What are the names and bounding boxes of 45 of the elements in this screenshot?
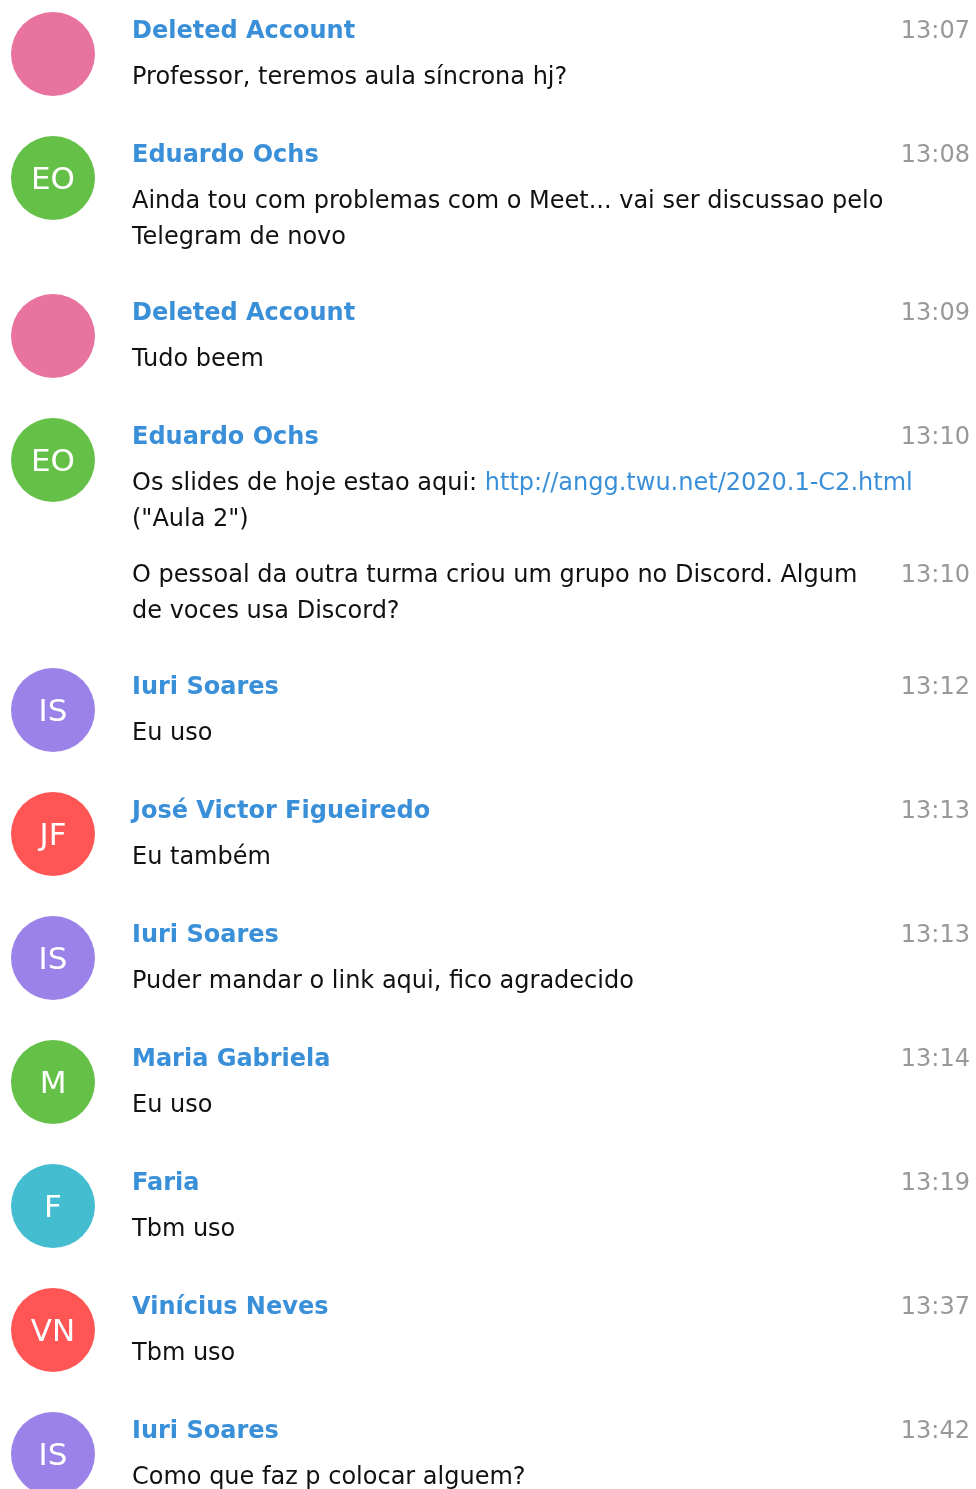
avatar-initials: IS [38, 692, 68, 728]
avatar-initials: EO [31, 442, 75, 478]
avatar-initials: M [39, 1064, 67, 1100]
avatar-initials: JF [39, 816, 67, 852]
message-time: 13:12 [900, 672, 970, 700]
message-time: 13:13 [900, 796, 970, 824]
message-time: 13:14 [900, 1044, 970, 1072]
sender-name[interactable]: Deleted Account [132, 16, 356, 44]
sender-name[interactable]: Eduardo Ochs [132, 140, 319, 168]
message-text: Professor, teremos aula síncrona hj? [132, 61, 569, 92]
avatar-initials: EO [31, 160, 75, 196]
sender-name[interactable]: Iuri Soares [132, 920, 279, 948]
avatar-initials: VN [30, 1312, 76, 1348]
message-text: Os slides de hoje estao aqui: http://angg.twu.net/2020.1-C2.html ("Aula 2") [132, 467, 914, 534]
message-link[interactable]: http://angg.twu.net/2020.1-C2.html [484, 468, 913, 496]
sender-name[interactable]: Iuri Soares [132, 672, 279, 700]
avatar-initials: IS [38, 940, 68, 976]
sender-name[interactable]: José Victor Figueiredo [132, 796, 431, 824]
sender-name[interactable]: Eduardo Ochs [132, 422, 319, 450]
message-text: Tudo beem [132, 343, 265, 374]
message-text: Ainda tou com problemas com o Meet... vai ser discussao pelo Telegram de novo [132, 185, 885, 252]
message-text: Eu também [132, 841, 272, 872]
sender-name[interactable]: Deleted Account [132, 298, 356, 326]
message-text: Eu uso [132, 1089, 214, 1120]
message-time: 13:42 [900, 1416, 970, 1444]
message-time: 13:10 [900, 559, 970, 590]
message-text: Tbm uso [132, 1337, 237, 1368]
message-time: 13:07 [900, 16, 970, 44]
sender-name[interactable]: Vinícius Neves [132, 1292, 329, 1320]
message-time: 13:13 [900, 920, 970, 948]
message-text: Como que faz p colocar alguem? [132, 1461, 527, 1489]
message-text: Tbm uso [132, 1213, 237, 1244]
message-text: Puder mandar o link aqui, fico agradecido [132, 965, 635, 996]
sender-name[interactable]: Faria [132, 1168, 200, 1196]
message-text: Eu uso [132, 717, 214, 748]
sender-name[interactable]: Iuri Soares [132, 1416, 279, 1444]
message-time: 13:08 [900, 140, 970, 168]
message-time: 13:10 [900, 422, 970, 450]
message-time: 13:19 [900, 1168, 970, 1196]
avatar-initials: F [44, 1188, 62, 1224]
avatar-initials: IS [38, 1436, 68, 1472]
sender-name[interactable]: Maria Gabriela [132, 1044, 331, 1072]
message-time: 13:37 [900, 1292, 970, 1320]
message-text: O pessoal da outra turma criou um grupo no Discord. Algum de voces usa Discord? [132, 559, 859, 626]
message-time: 13:09 [900, 298, 970, 326]
